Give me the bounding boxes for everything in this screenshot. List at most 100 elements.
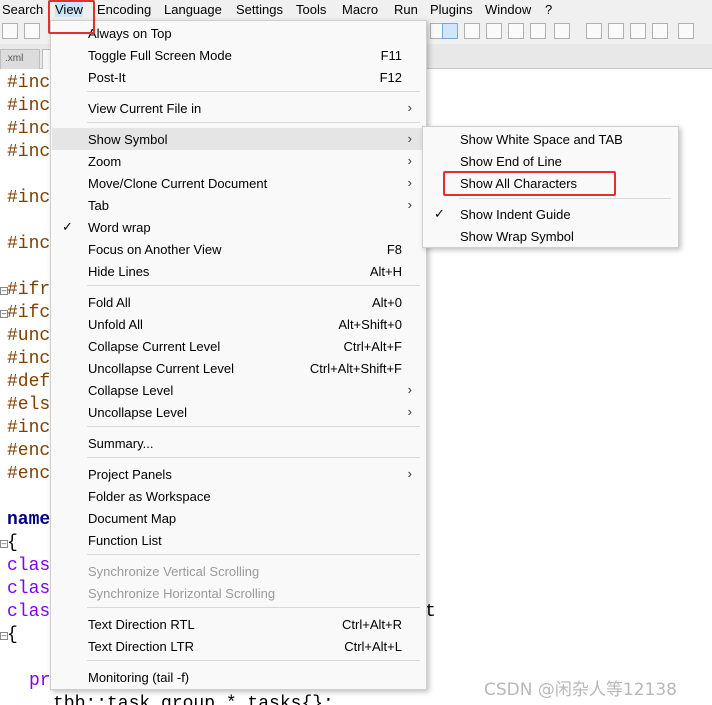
indent-guide-icon[interactable] <box>464 23 480 39</box>
code-line: #inc <box>7 349 51 369</box>
menu-item-function-list[interactable]: Function List <box>52 529 426 551</box>
menu-encoding[interactable]: Encoding <box>97 2 151 17</box>
menu-separator <box>87 554 420 555</box>
shortcut-label: Alt+Shift+0 <box>338 317 402 332</box>
menu-run[interactable]: Run <box>394 2 418 17</box>
code-line: #els <box>7 395 51 415</box>
document-map-icon[interactable] <box>486 23 502 39</box>
menu-item-move-clone[interactable]: Move/Clone Current Document › <box>52 172 426 194</box>
menu-item-zoom[interactable]: Zoom › <box>52 150 426 172</box>
code-line: #inc <box>7 142 51 162</box>
view-menu-dropdown: Always on Top Toggle Full Screen Mode F1… <box>50 20 427 690</box>
new-file-icon[interactable] <box>24 23 40 39</box>
menu-item-focus-another-view[interactable]: Focus on Another View F8 <box>52 238 426 260</box>
menu-item-toggle-full-screen[interactable]: Toggle Full Screen Mode F11 <box>52 44 426 66</box>
menu-item-post-it[interactable]: Post-It F12 <box>52 66 426 88</box>
menu-item-text-direction-ltr[interactable]: Text Direction LTR Ctrl+Alt+L <box>52 635 426 657</box>
menu-item-hide-lines[interactable]: Hide Lines Alt+H <box>52 260 426 282</box>
code-line: clas <box>7 579 51 599</box>
code-line: #inc <box>7 418 51 438</box>
menu-plugins[interactable]: Plugins <box>430 2 473 17</box>
stop-macro-icon[interactable] <box>608 23 624 39</box>
folder-icon[interactable] <box>530 23 546 39</box>
menu-language[interactable]: Language <box>164 2 222 17</box>
submenu-item-show-indent-guide[interactable]: ✓ Show Indent Guide <box>424 203 678 225</box>
code-line: pr <box>29 671 51 691</box>
submenu-arrow-icon: › <box>407 197 412 212</box>
menu-separator <box>87 426 420 427</box>
menu-item-word-wrap[interactable]: ✓ Word wrap <box>52 216 426 238</box>
watermark: CSDN @闲杂人等12138 <box>484 680 677 700</box>
menu-help[interactable]: ? <box>545 2 552 17</box>
menu-item-uncollapse-level[interactable]: Uncollapse Level › <box>52 401 426 423</box>
menu-separator <box>87 285 420 286</box>
function-list-icon[interactable] <box>508 23 524 39</box>
play-macro-icon[interactable] <box>630 23 646 39</box>
submenu-arrow-icon: › <box>407 100 412 115</box>
tab-xml[interactable]: .xml <box>0 49 40 69</box>
code-line: { <box>7 533 18 553</box>
menu-item-show-symbol[interactable]: Show Symbol › <box>52 128 426 150</box>
code-line: #unc <box>7 326 51 346</box>
menu-item-collapse-current-level[interactable]: Collapse Current Level Ctrl+Alt+F <box>52 335 426 357</box>
menu-item-uncollapse-current-level[interactable]: Uncollapse Current Level Ctrl+Alt+Shift+… <box>52 357 426 379</box>
view-menu-highlight-box <box>48 0 95 34</box>
shortcut-label: Ctrl+Alt+Shift+F <box>309 361 402 376</box>
menu-window[interactable]: Window <box>485 2 531 17</box>
code-line: #inc <box>7 119 51 139</box>
code-line: #inc <box>7 188 51 208</box>
shortcut-label: F8 <box>386 242 402 257</box>
code-line: #ifc <box>7 303 51 323</box>
code-line: #enc <box>7 441 51 461</box>
menu-tools[interactable]: Tools <box>296 2 326 17</box>
menu-item-project-panels[interactable]: Project Panels › <box>52 463 426 485</box>
menu-macro[interactable]: Macro <box>342 2 378 17</box>
code-line: name <box>7 510 51 530</box>
menu-settings[interactable]: Settings <box>236 2 283 17</box>
menu-item-collapse-level[interactable]: Collapse Level › <box>52 379 426 401</box>
menu-item-always-on-top[interactable]: Always on Top <box>52 22 426 44</box>
code-line: tbb::task_group * tasks{}; <box>53 694 334 705</box>
menu-item-sync-vertical-scrolling: Synchronize Vertical Scrolling <box>88 564 260 579</box>
menu-item-view-current-file-in[interactable]: View Current File in › <box>52 97 426 119</box>
menu-separator <box>87 607 420 608</box>
menu-item-document-map[interactable]: Document Map <box>52 507 426 529</box>
submenu-arrow-icon: › <box>407 153 412 168</box>
menu-item-fold-all[interactable]: Fold All Alt+0 <box>52 291 426 313</box>
menu-item-folder-as-workspace[interactable]: Folder as Workspace <box>52 485 426 507</box>
run-macro-multiple-icon[interactable] <box>652 23 668 39</box>
save-macro-icon[interactable] <box>678 23 694 39</box>
code-line: #def <box>7 372 51 392</box>
shortcut-label: Ctrl+Alt+R <box>342 617 402 632</box>
menu-item-monitoring[interactable]: Monitoring (tail -f) <box>52 666 426 688</box>
shortcut-label: F12 <box>379 70 402 85</box>
menu-search[interactable]: Search <box>2 2 43 17</box>
submenu-item-show-white-space-tab[interactable]: Show White Space and TAB <box>424 128 678 150</box>
code-line: #inc <box>7 234 51 254</box>
copy-icon[interactable] <box>2 23 18 39</box>
shortcut-label: Alt+0 <box>372 295 402 310</box>
submenu-arrow-icon: › <box>407 404 412 419</box>
code-line: clas <box>7 602 51 622</box>
submenu-item-show-end-of-line[interactable]: Show End of Line <box>424 150 678 172</box>
submenu-arrow-icon: › <box>407 175 412 190</box>
menu-separator <box>87 660 420 661</box>
monitoring-eye-icon[interactable] <box>554 23 570 39</box>
menu-item-unfold-all[interactable]: Unfold All Alt+Shift+0 <box>52 313 426 335</box>
menu-item-summary[interactable]: Summary... <box>52 432 426 454</box>
menu-item-text-direction-rtl[interactable]: Text Direction RTL Ctrl+Alt+R <box>52 613 426 635</box>
checkmark-icon: ✓ <box>62 219 73 234</box>
code-line: { <box>7 625 18 645</box>
menu-separator <box>87 457 420 458</box>
show-all-characters-icon[interactable] <box>442 23 458 39</box>
code-line: #ifr <box>7 280 51 300</box>
code-line: #inc <box>7 96 51 116</box>
shortcut-label: F11 <box>380 48 402 63</box>
submenu-arrow-icon: › <box>407 131 412 146</box>
code-line: #enc <box>7 464 51 484</box>
record-macro-icon[interactable] <box>586 23 602 39</box>
submenu-item-show-wrap-symbol[interactable]: Show Wrap Symbol <box>424 225 678 247</box>
code-line: #inc <box>7 73 51 93</box>
menu-separator <box>459 198 671 199</box>
menu-item-tab[interactable]: Tab › <box>52 194 426 216</box>
